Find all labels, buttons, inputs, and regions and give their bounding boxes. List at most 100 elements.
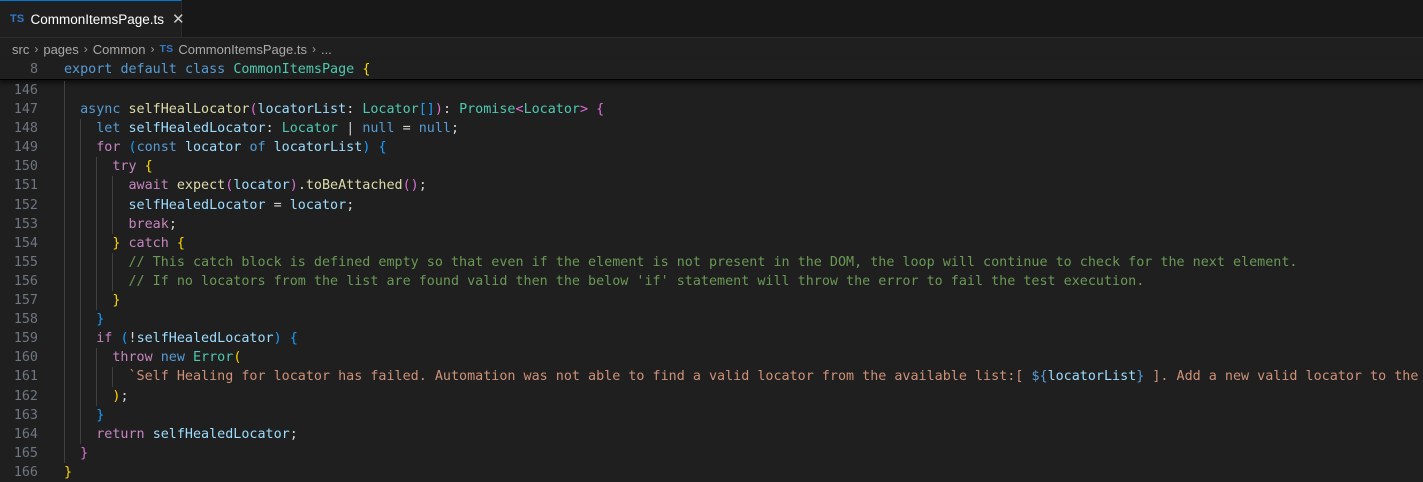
indent-guide — [80, 424, 81, 444]
token: : — [265, 121, 274, 137]
line-number: 156 — [13, 273, 38, 289]
breadcrumb-file[interactable]: CommonItemsPage.ts — [178, 42, 307, 57]
code-line-163[interactable]: 163 } — [0, 405, 1423, 425]
code-line-165[interactable]: 165 } — [0, 443, 1423, 463]
code-line-150[interactable]: 150 try { — [0, 157, 1423, 177]
indent-guide — [64, 310, 65, 330]
indent-guide — [80, 291, 81, 311]
token: [] — [418, 102, 435, 118]
indent-guide — [112, 214, 113, 234]
indent-guide — [80, 252, 81, 272]
tab-commonitemspage[interactable]: TS CommonItemsPage.ts ✕ — [0, 0, 185, 37]
indent-guide — [112, 195, 113, 215]
line-number: 150 — [13, 159, 38, 175]
indent-guide — [64, 81, 65, 101]
close-icon[interactable]: ✕ — [172, 10, 185, 28]
indent-guide — [64, 176, 65, 196]
chevron-right-icon: › — [311, 42, 316, 56]
code-line-154[interactable]: 154 } catch { — [0, 233, 1423, 253]
code-line-164[interactable]: 164 return selfHealedLocator; — [0, 424, 1423, 444]
line-number: 162 — [13, 388, 38, 404]
code-line: selfHealedLocator = locator; — [64, 195, 354, 215]
token: try — [112, 159, 137, 175]
code-line-149[interactable]: 149 for (const locator of locatorList) { — [0, 138, 1423, 158]
token: CommonItemsPage — [233, 62, 355, 77]
comment: // This catch block is defined empty so … — [128, 254, 1298, 270]
breadcrumb-common[interactable]: Common — [93, 42, 146, 57]
code-line-159[interactable]: 159 if (!selfHealedLocator) { — [0, 329, 1423, 349]
code-line-151[interactable]: 151 await expect(locator).toBeAttached()… — [0, 176, 1423, 196]
indent-guide — [112, 271, 113, 292]
token: selfHealedLocator — [128, 197, 266, 213]
breadcrumb-pages[interactable]: pages — [43, 42, 78, 57]
token: ; — [168, 216, 177, 232]
code-line-161[interactable]: 161 `Self Healing for locator has failed… — [0, 367, 1423, 387]
token: locator — [233, 178, 290, 194]
code-line-158[interactable]: 158 } — [0, 310, 1423, 330]
token: ( — [128, 140, 137, 156]
code-line-153[interactable]: 153 break; — [0, 214, 1423, 234]
line-number: 163 — [13, 407, 38, 423]
line-number: 147 — [13, 102, 38, 118]
token: } — [112, 235, 121, 251]
indent-guide — [80, 195, 81, 215]
token: ! — [128, 331, 137, 347]
editor-tab-bar: TS CommonItemsPage.ts ✕ — [0, 0, 1423, 38]
indent-guide — [80, 386, 81, 406]
indent-guide — [64, 424, 65, 444]
token: selfHealedLocator — [136, 331, 274, 347]
breadcrumb-symbol[interactable]: ... — [321, 42, 332, 57]
code-line-146[interactable]: 146 — [0, 81, 1423, 101]
token: . — [297, 178, 306, 194]
code-line: // This catch block is defined empty so … — [64, 252, 1298, 272]
indent-guide — [80, 271, 81, 292]
token: new — [160, 350, 185, 366]
token: let — [96, 121, 121, 137]
indent-guide — [64, 138, 65, 158]
indent-guide — [112, 252, 113, 272]
code-line-157[interactable]: 157 } — [0, 291, 1423, 311]
indent-guide — [80, 348, 81, 368]
code-line-160[interactable]: 160 throw new Error( — [0, 348, 1423, 368]
token: } — [96, 312, 105, 328]
code-line-148[interactable]: 148 let selfHealedLocator: Locator | nul… — [0, 119, 1423, 139]
indent-guide — [80, 157, 81, 177]
token: } — [80, 445, 89, 461]
code-line: for (const locator of locatorList) { — [64, 138, 387, 158]
token: = — [402, 121, 411, 137]
indent-guide — [64, 291, 65, 311]
code-line-152[interactable]: 152 selfHealedLocator = locator; — [0, 195, 1423, 215]
token: } — [112, 293, 121, 309]
code-line-147[interactable]: 147 async selfHealLocator(locatorList: L… — [0, 100, 1423, 120]
line-number: 166 — [13, 464, 38, 480]
token: ( — [120, 331, 129, 347]
indent-guide — [80, 310, 81, 330]
indent-guide — [64, 367, 65, 387]
line-number: 158 — [13, 312, 38, 328]
token: selfHealedLocator — [128, 121, 266, 137]
code-line: // If no locators from the list are foun… — [64, 271, 1144, 292]
token: catch — [128, 235, 169, 251]
code-line-166[interactable]: 166 } — [0, 463, 1423, 482]
code-editor[interactable]: 8 export default class CommonItemsPage {… — [0, 60, 1423, 482]
indent-guide — [80, 176, 81, 196]
token: { — [176, 235, 185, 251]
token: ) — [289, 178, 298, 194]
code-line: } — [64, 291, 121, 311]
indent-guide — [96, 195, 97, 215]
code-line: try { — [64, 157, 153, 177]
code-line-155[interactable]: 155 // This catch block is defined empty… — [0, 252, 1423, 272]
sticky-scroll-line[interactable]: 8 export default class CommonItemsPage { — [0, 60, 1423, 80]
code-line-156[interactable]: 156 // If no locators from the list are … — [0, 271, 1423, 292]
indent-guide — [112, 176, 113, 196]
indent-guide — [96, 233, 97, 253]
code-line: async selfHealLocator(locatorList: Locat… — [64, 100, 604, 120]
breadcrumb-src[interactable]: src — [12, 42, 29, 57]
token: Promise — [459, 102, 516, 118]
token: return — [96, 426, 145, 442]
indent-guide — [112, 367, 113, 387]
token: Locator — [362, 102, 419, 118]
indent-guide — [80, 214, 81, 234]
indent-guide — [64, 271, 65, 292]
code-line-162[interactable]: 162 ); — [0, 386, 1423, 406]
